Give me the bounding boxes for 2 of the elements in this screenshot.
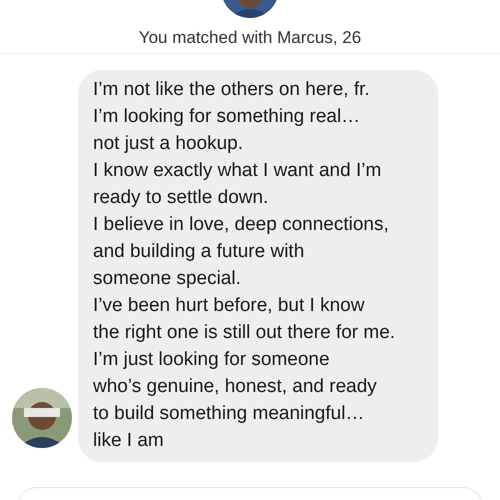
match-notice: You matched with Marcus, 26	[138, 27, 362, 49]
message-bubble: I’m not like the others on here, fr. I’m looking for something real… not just a hookup. I know exactly what I want and I’m ready to settle down. I believe in love, deep connections, and building a future with someone special. I’ve been hurt before, but I know the right one is still out there for me. I’m just looking for someone who’s genuine, honest, and ready to build something meaningful… like I am	[78, 70, 438, 462]
